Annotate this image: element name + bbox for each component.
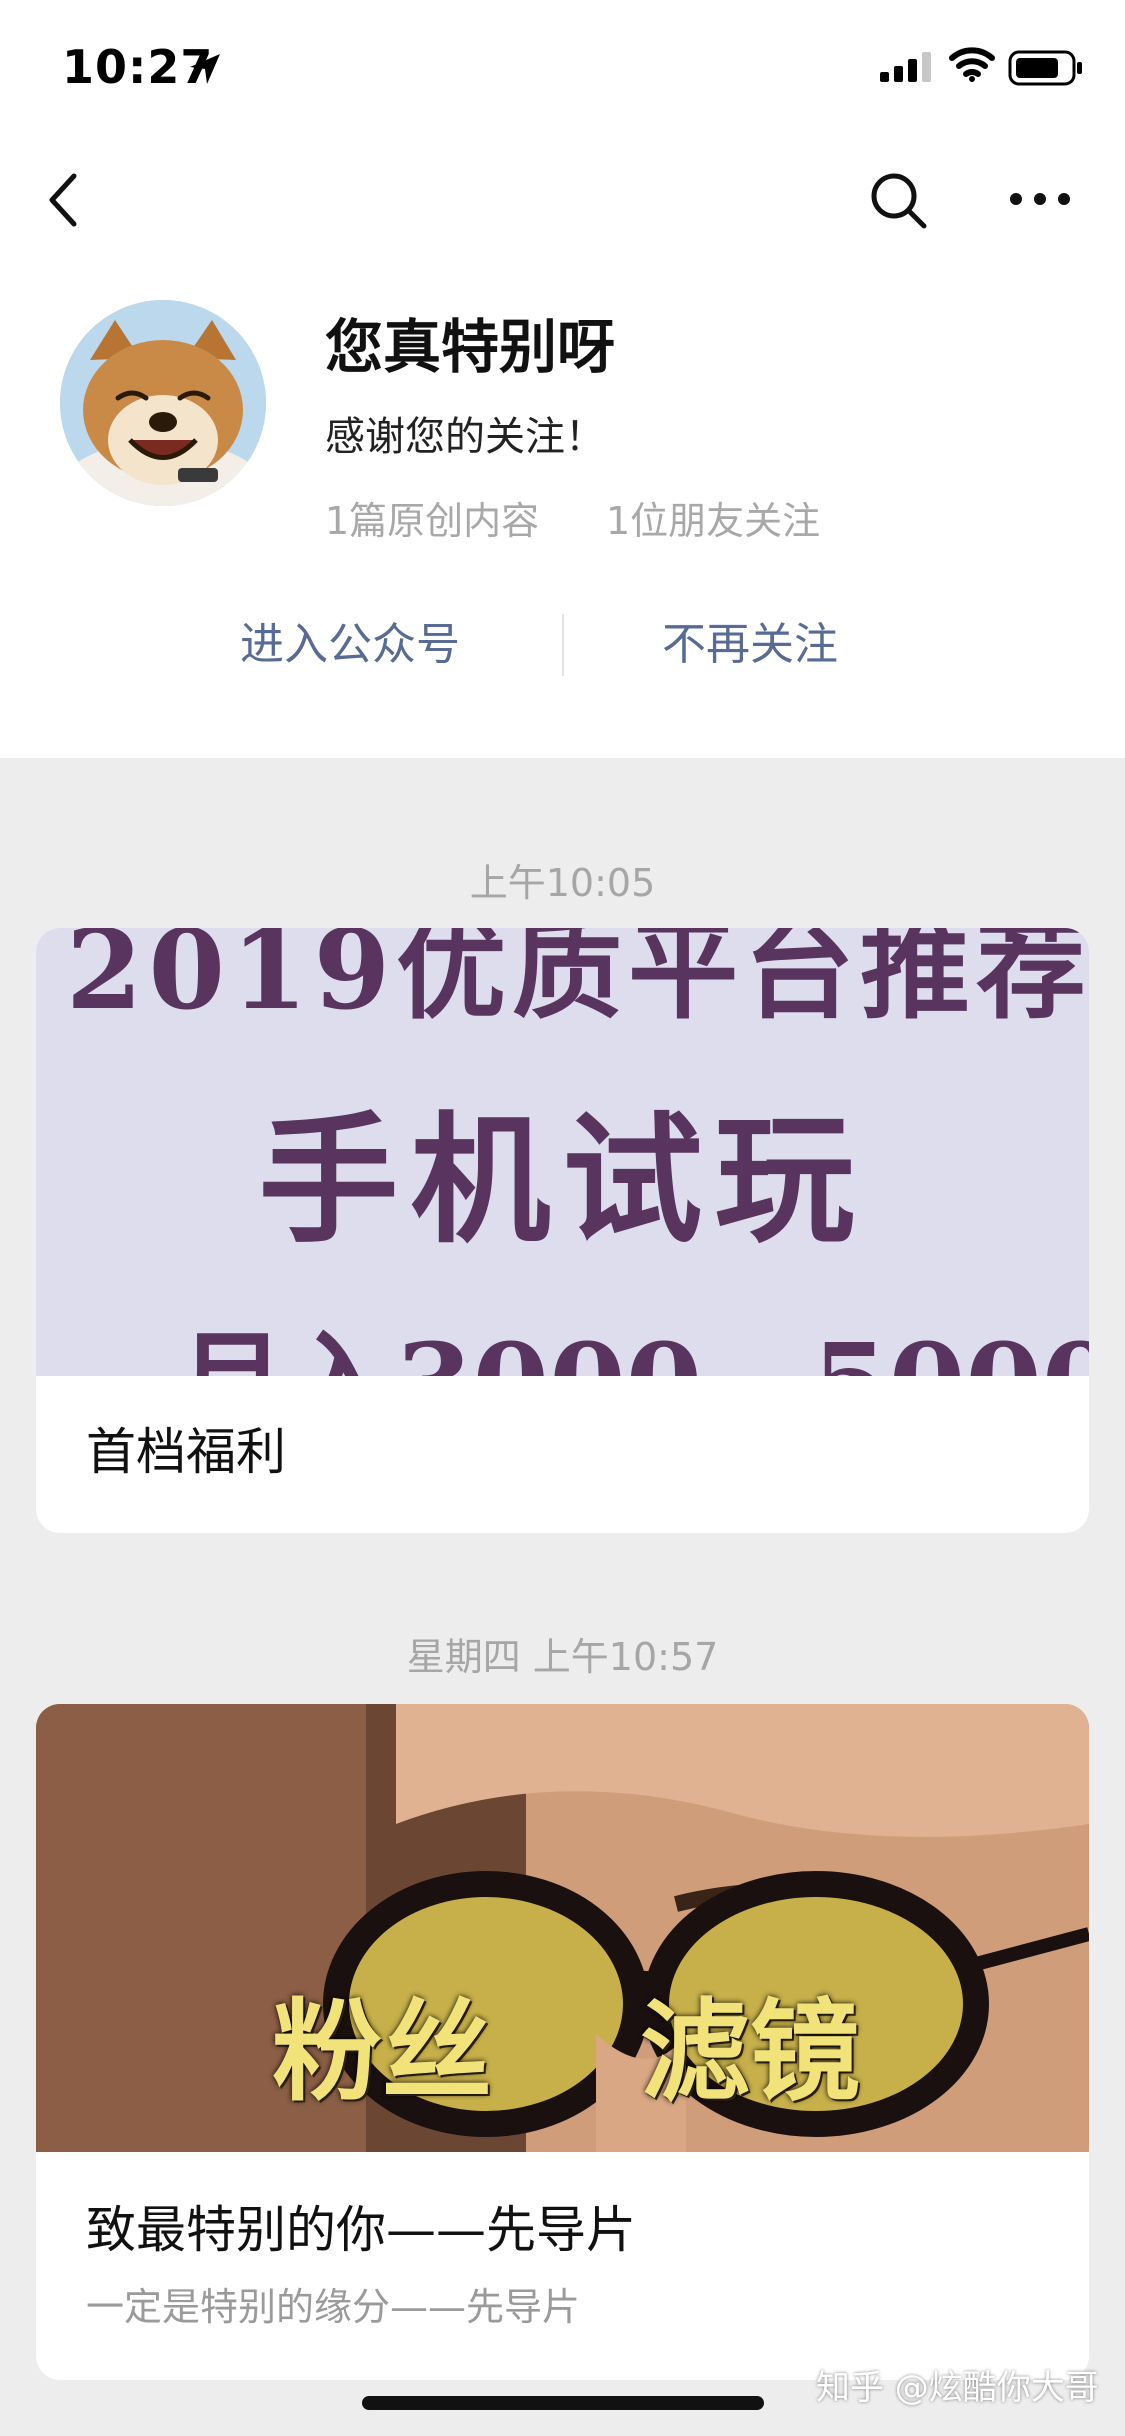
battery-icon (1008, 50, 1082, 86)
cover-text-line: 滤镜 (640, 1988, 860, 2116)
article-cover-image[interactable]: 粉丝 滤镜 (36, 1704, 1089, 2152)
chevron-left-icon[interactable] (44, 170, 84, 230)
original-articles-count: 1篇原创内容 (325, 499, 540, 543)
enter-account-button[interactable]: 进入公众号 (200, 610, 500, 680)
article-cover-image[interactable]: 2019优质平台推荐 手机试玩 月入3000—5000 (36, 928, 1089, 1376)
face-with-glasses-image (36, 1704, 1089, 2152)
article-title: 首档福利 (86, 1423, 286, 1481)
article-card[interactable]: 粉丝 滤镜 致最特别的你——先导片 一定是特别的缘分——先导片 (36, 1704, 1089, 2380)
message-timestamp: 星期四 上午10:57 (406, 1635, 719, 1679)
cover-text-line: 粉丝 (272, 1988, 492, 2116)
button-divider (562, 614, 564, 676)
unfollow-button[interactable]: 不再关注 (620, 610, 880, 680)
article-subtitle: 一定是特别的缘分——先导片 (86, 2285, 581, 2329)
account-name: 您真特别呀 (325, 313, 616, 381)
home-indicator[interactable] (362, 2396, 764, 2410)
location-arrow-icon (190, 54, 220, 84)
article-title: 致最特别的你——先导片 (86, 2201, 636, 2259)
cellular-signal-icon (880, 52, 931, 82)
more-horizontal-icon[interactable] (1008, 184, 1072, 214)
friends-following-count: 1位朋友关注 (606, 499, 821, 543)
shiba-dog-avatar-icon (60, 300, 266, 506)
cover-text-line: 手机试玩 (258, 1099, 867, 1263)
search-icon[interactable] (868, 170, 928, 230)
avatar[interactable] (60, 300, 266, 506)
cover-text-line: 月入3000—5000 (176, 1294, 1089, 1376)
account-description: 感谢您的关注！ (325, 414, 605, 460)
wifi-icon (949, 47, 995, 82)
watermark: 知乎 @炫酷你大哥 (816, 2368, 1099, 2408)
cover-text-line: 2019优质平台推荐 (66, 928, 1089, 1034)
message-timestamp: 上午10:05 (469, 861, 656, 905)
article-card[interactable]: 2019优质平台推荐 手机试玩 月入3000—5000 首档福利 (36, 928, 1089, 1533)
